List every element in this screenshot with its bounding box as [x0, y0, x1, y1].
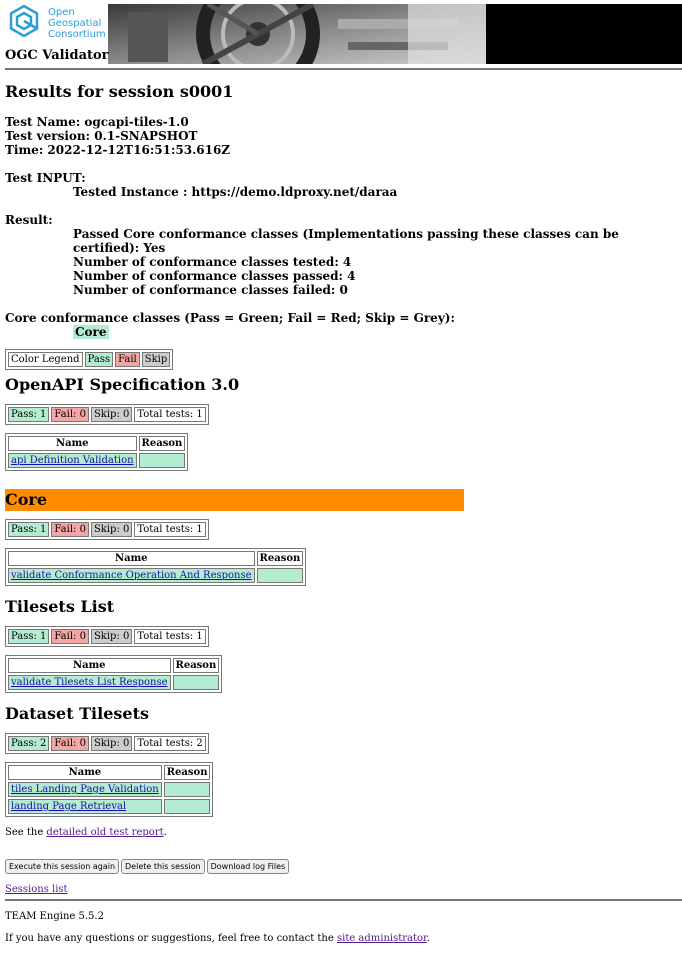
contact-prefix: If you have any questions or suggestions…: [5, 933, 337, 944]
reason-cell: [163, 782, 211, 797]
report-suffix: .: [163, 827, 167, 838]
app-title: OGC Validator: [5, 48, 109, 63]
name-header: Name: [8, 551, 255, 566]
test-link[interactable]: validate Tilesets List Response: [11, 677, 168, 688]
name-header: Name: [8, 436, 137, 451]
test-link[interactable]: landing Page Retrieval: [11, 801, 126, 812]
tested-instance: Tested Instance : https://demo.ldproxy.n…: [73, 185, 398, 199]
skip-count: Skip: 0: [90, 407, 133, 422]
report-line: See the detailed old test report.: [5, 827, 682, 838]
test-meta: Test Name: ogcapi-tiles-1.0 Test version…: [5, 115, 682, 157]
session-actions: Execute this session again Delete this se…: [5, 858, 682, 874]
fail-count: Fail: 0: [51, 629, 89, 644]
result-label: Result:: [5, 213, 53, 227]
result-line: Number of conformance classes tested: 4: [73, 255, 352, 269]
footer-divider: [5, 899, 682, 901]
test-name: Test Name: ogcapi-tiles-1.0: [5, 115, 189, 129]
reason-cell: [256, 568, 304, 583]
core-class-badge: Core: [73, 325, 109, 339]
skip-count: Skip: 0: [90, 629, 133, 644]
table-row: validate Conformance Operation And Respo…: [8, 568, 304, 583]
test-results-table: Name Reason validate Conformance Operati…: [5, 548, 307, 586]
results-content: Results for session s0001 Test Name: ogc…: [5, 83, 682, 895]
result-line: Passed Core conformance classes (Impleme…: [73, 227, 619, 255]
reason-header: Reason: [163, 765, 211, 780]
total-count: Total tests: 1: [134, 407, 206, 422]
total-count: Total tests: 1: [134, 522, 206, 537]
pass-count: Pass: 1: [8, 629, 50, 644]
test-link[interactable]: tiles Landing Page Validation: [11, 784, 159, 795]
site-admin-link[interactable]: site administrator: [337, 933, 427, 944]
footer-version: TEAM Engine 5.5.2: [5, 911, 104, 922]
reason-header: Reason: [256, 551, 304, 566]
pass-count: Pass: 2: [8, 736, 50, 751]
skip-count: Skip: 0: [90, 736, 133, 751]
total-count: Total tests: 2: [134, 736, 206, 751]
section-summary: Pass: 1 Fail: 0 Skip: 0 Total tests: 1: [5, 519, 209, 540]
test-results-table: Name Reason validate Tilesets List Respo…: [5, 655, 223, 693]
test-input-block: Test INPUT: Tested Instance : https://de…: [5, 171, 682, 199]
result-line: Number of conformance classes failed: 0: [73, 283, 348, 297]
report-prefix: See the: [5, 827, 47, 838]
fail-count: Fail: 0: [51, 736, 89, 751]
ogc-logo[interactable]: Open Geospatial Consortium: [8, 5, 108, 45]
section-title: Dataset Tilesets: [5, 704, 149, 723]
result-line: Number of conformance classes passed: 4: [73, 269, 356, 283]
table-row: landing Page Retrieval: [8, 799, 211, 814]
name-header: Name: [8, 658, 171, 673]
test-results-table: Name Reason api Definition Validation: [5, 433, 189, 471]
test-results-table: Name Reason tiles Landing Page Validatio…: [5, 762, 214, 817]
total-count: Total tests: 1: [134, 629, 206, 644]
legend-label: Color Legend: [8, 352, 83, 367]
color-legend: Color Legend Pass Fail Skip: [5, 349, 174, 370]
test-input-label: Test INPUT:: [5, 171, 86, 185]
section-title: Tilesets List: [5, 597, 115, 616]
org-name: Open Geospatial Consortium: [48, 7, 106, 40]
ogc-logo-icon: [9, 5, 39, 37]
core-classes-block: Core conformance classes (Pass = Green; …: [5, 311, 682, 339]
reason-header: Reason: [138, 436, 186, 451]
table-row: api Definition Validation: [8, 453, 186, 468]
banner-image: [108, 4, 682, 64]
org-line-1: Open: [48, 7, 75, 18]
result-block: Result: Passed Core conformance classes …: [5, 213, 682, 297]
reason-cell: [138, 453, 186, 468]
test-version: Test version: 0.1-SNAPSHOT: [5, 129, 198, 143]
section-summary: Pass: 1 Fail: 0 Skip: 0 Total tests: 1: [5, 626, 209, 647]
org-line-3: Consortium: [48, 29, 106, 40]
core-classes-label: Core conformance classes (Pass = Green; …: [5, 311, 455, 325]
table-row: validate Tilesets List Response: [8, 675, 220, 690]
download-log-button[interactable]: Download log Files: [206, 859, 290, 874]
reason-header: Reason: [172, 658, 220, 673]
footer-contact: If you have any questions or suggestions…: [5, 933, 430, 944]
pass-count: Pass: 1: [8, 522, 50, 537]
contact-suffix: .: [426, 933, 430, 944]
legend-fail: Fail: [115, 352, 140, 367]
delete-session-button[interactable]: Delete this session: [121, 859, 205, 874]
section-summary: Pass: 2 Fail: 0 Skip: 0 Total tests: 2: [5, 733, 209, 754]
execute-session-button[interactable]: Execute this session again: [5, 859, 120, 874]
section-title: Core: [5, 489, 464, 511]
reason-cell: [172, 675, 220, 690]
skip-count: Skip: 0: [90, 522, 133, 537]
section-summary: Pass: 1 Fail: 0 Skip: 0 Total tests: 1: [5, 404, 209, 425]
legend-skip: Skip: [141, 352, 171, 367]
test-link[interactable]: validate Conformance Operation And Respo…: [11, 570, 252, 581]
page-header: Open Geospatial Consortium OGC Validator: [0, 0, 682, 66]
sessions-list-link[interactable]: Sessions list: [5, 884, 68, 895]
reason-cell: [163, 799, 211, 814]
header-divider: [5, 68, 682, 70]
pass-count: Pass: 1: [8, 407, 50, 422]
test-time: Time: 2022-12-12T16:51:53.616Z: [5, 143, 231, 157]
detailed-report-link[interactable]: detailed old test report: [46, 827, 163, 838]
fail-count: Fail: 0: [51, 407, 89, 422]
name-header: Name: [8, 765, 162, 780]
table-row: tiles Landing Page Validation: [8, 782, 211, 797]
test-link[interactable]: api Definition Validation: [11, 455, 134, 466]
org-line-2: Geospatial: [48, 18, 102, 29]
section-title: OpenAPI Specification 3.0: [5, 375, 240, 394]
results-title: Results for session s0001: [5, 82, 234, 101]
fail-count: Fail: 0: [51, 522, 89, 537]
legend-pass: Pass: [84, 352, 114, 367]
